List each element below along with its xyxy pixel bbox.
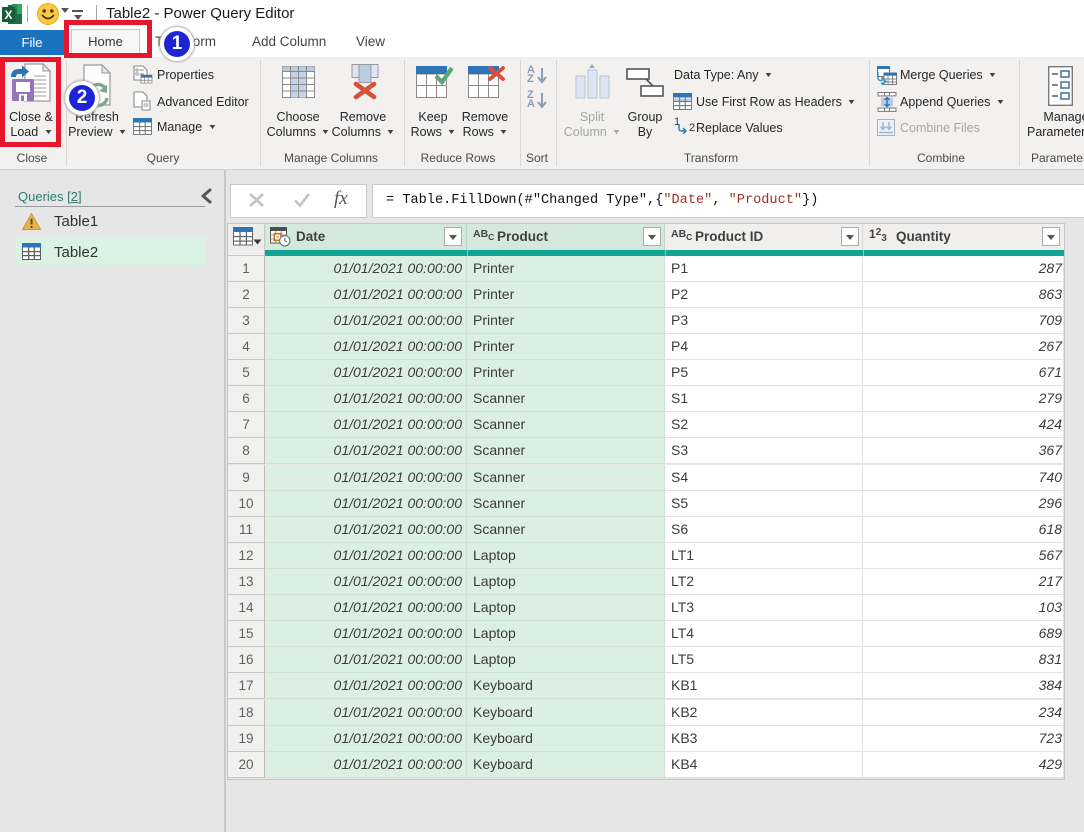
svg-text:X: X: [4, 8, 12, 22]
